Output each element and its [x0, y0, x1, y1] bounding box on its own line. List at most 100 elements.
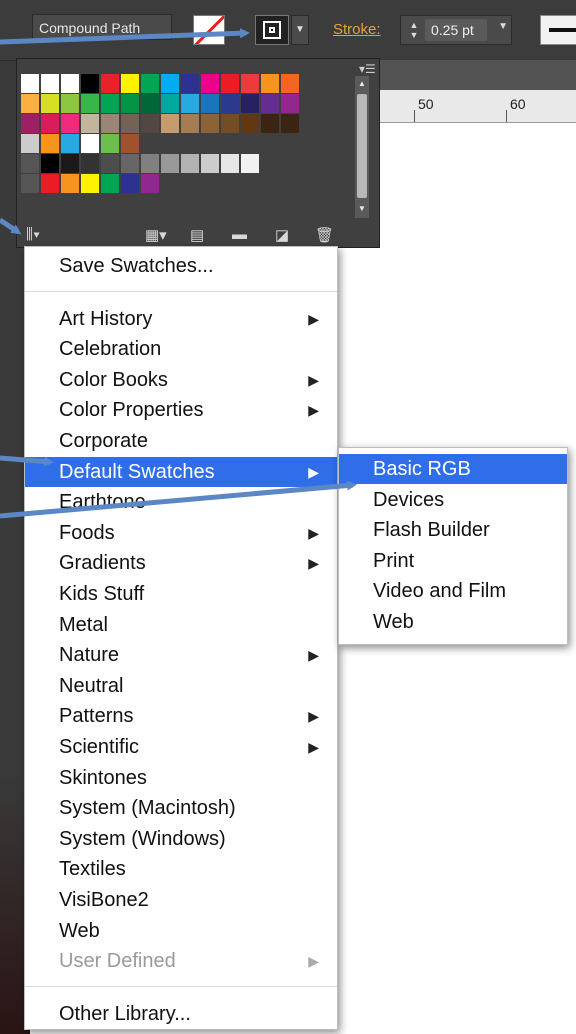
menu-item[interactable]: Foods ▶: [25, 518, 337, 548]
stroke-weight-dropdown-icon[interactable]: ▼: [498, 21, 508, 32]
swatch-libraries-menu-icon[interactable]: ⫼▾: [26, 226, 40, 243]
swatch-chip[interactable]: [141, 174, 160, 193]
stroke-swatch-button[interactable]: [255, 15, 289, 45]
stroke-weight-field[interactable]: ▲ ▼ 0.25 pt ▼: [400, 15, 512, 45]
swatch-chip[interactable]: [281, 74, 300, 93]
swatch-chip[interactable]: [21, 74, 40, 93]
menu-item[interactable]: Patterns ▶: [25, 701, 337, 731]
swatch-chip[interactable]: [161, 94, 180, 113]
menu-item[interactable]: Other Library...: [25, 999, 337, 1029]
swatch-chip[interactable]: [121, 114, 140, 133]
swatch-chip[interactable]: [41, 174, 60, 193]
menu-item[interactable]: Kids Stuff: [25, 579, 337, 609]
new-color-group-icon[interactable]: ▬: [232, 226, 247, 243]
swatch-chip[interactable]: [161, 74, 180, 93]
stroke-profile-button[interactable]: [540, 15, 576, 45]
swatch-chip[interactable]: [141, 154, 160, 173]
swatch-chip[interactable]: [81, 154, 100, 173]
swatch-chip[interactable]: [281, 94, 300, 113]
swatch-chip[interactable]: [181, 154, 200, 173]
menu-item[interactable]: System (Macintosh): [25, 793, 337, 823]
scroll-down-icon[interactable]: ▼: [358, 204, 366, 213]
menu-item[interactable]: Earthtone: [25, 487, 337, 517]
menu-item[interactable]: Skintones: [25, 763, 337, 793]
swatch-chip[interactable]: [41, 154, 60, 173]
swatch-chip[interactable]: [121, 94, 140, 113]
swatch-chip[interactable]: [221, 94, 240, 113]
stroke-link[interactable]: Stroke:: [333, 21, 381, 38]
menu-item[interactable]: Nature ▶: [25, 640, 337, 670]
trash-icon[interactable]: 🗑: [315, 226, 334, 244]
swatch-chip[interactable]: [21, 94, 40, 113]
swatch-chip[interactable]: [101, 154, 120, 173]
swatch-chip[interactable]: [201, 94, 220, 113]
menu-item[interactable]: Celebration: [25, 334, 337, 364]
swatch-chip[interactable]: [81, 94, 100, 113]
swatch-chip[interactable]: [61, 154, 80, 173]
menu-item[interactable]: Metal: [25, 610, 337, 640]
swatch-chip[interactable]: [121, 74, 140, 93]
swatch-chip[interactable]: [61, 134, 80, 153]
submenu-item[interactable]: Web: [339, 607, 567, 637]
show-swatch-kinds-icon[interactable]: ▦▾: [145, 226, 167, 244]
scroll-up-icon[interactable]: ▲: [358, 79, 366, 88]
menu-item[interactable]: Web: [25, 916, 337, 946]
swatch-chip[interactable]: [241, 74, 260, 93]
swatch-chip[interactable]: [241, 114, 260, 133]
swatch-chip[interactable]: [221, 74, 240, 93]
swatch-chip[interactable]: [101, 134, 120, 153]
swatch-chip[interactable]: [141, 114, 160, 133]
swatch-chip[interactable]: [261, 74, 280, 93]
swatch-chip[interactable]: [101, 94, 120, 113]
swatch-options-icon[interactable]: ▤: [190, 226, 204, 244]
swatch-chip[interactable]: [141, 94, 160, 113]
submenu-item[interactable]: Basic RGB: [339, 454, 567, 484]
swatch-chip[interactable]: [21, 154, 40, 173]
swatches-scrollbar[interactable]: ▲ ▼: [355, 76, 369, 218]
panel-menu-icon[interactable]: ▾☰: [359, 62, 376, 76]
swatch-chip[interactable]: [161, 154, 180, 173]
menu-item[interactable]: VisiBone2: [25, 885, 337, 915]
swatch-chip[interactable]: [61, 94, 80, 113]
swatch-chip[interactable]: [181, 94, 200, 113]
menu-item[interactable]: System (Windows): [25, 824, 337, 854]
swatch-chip[interactable]: [181, 74, 200, 93]
stroke-swatch-dropdown[interactable]: ▼: [291, 15, 309, 45]
submenu-item[interactable]: Video and Film: [339, 576, 567, 606]
swatch-chip[interactable]: [81, 74, 100, 93]
swatch-chip[interactable]: [181, 114, 200, 133]
menu-item[interactable]: Default Swatches ▶: [25, 456, 337, 487]
swatch-chip[interactable]: [61, 74, 80, 93]
swatch-chip[interactable]: [221, 154, 240, 173]
swatch-chip[interactable]: [81, 134, 100, 153]
swatch-chip[interactable]: [201, 74, 220, 93]
swatch-chip[interactable]: [281, 114, 300, 133]
menu-item[interactable]: Scientific ▶: [25, 732, 337, 762]
swatch-chip[interactable]: [41, 94, 60, 113]
swatch-chip[interactable]: [241, 154, 260, 173]
swatch-chip[interactable]: [201, 154, 220, 173]
swatch-chip[interactable]: [101, 174, 120, 193]
swatch-chip[interactable]: [21, 114, 40, 133]
swatch-chip[interactable]: [41, 134, 60, 153]
swatch-chip[interactable]: [101, 114, 120, 133]
menu-item[interactable]: Corporate: [25, 426, 337, 456]
submenu-item[interactable]: Devices: [339, 485, 567, 515]
menu-item[interactable]: Neutral: [25, 671, 337, 701]
fill-none-swatch[interactable]: [193, 15, 225, 45]
menu-item[interactable]: Gradients ▶: [25, 548, 337, 578]
swatch-chip[interactable]: [61, 174, 80, 193]
scroll-thumb[interactable]: [357, 94, 367, 198]
swatch-chip[interactable]: [241, 94, 260, 113]
swatch-chip[interactable]: [261, 114, 280, 133]
swatch-chip[interactable]: [21, 174, 40, 193]
swatch-chip[interactable]: [101, 74, 120, 93]
swatch-chip[interactable]: [21, 134, 40, 153]
swatch-chip[interactable]: [221, 114, 240, 133]
menu-item[interactable]: Color Books ▶: [25, 365, 337, 395]
swatch-chip[interactable]: [121, 174, 140, 193]
menu-item[interactable]: Save Swatches...: [25, 251, 337, 281]
menu-item[interactable]: Art History ▶: [25, 304, 337, 334]
swatch-chip[interactable]: [81, 114, 100, 133]
swatch-chip[interactable]: [261, 94, 280, 113]
